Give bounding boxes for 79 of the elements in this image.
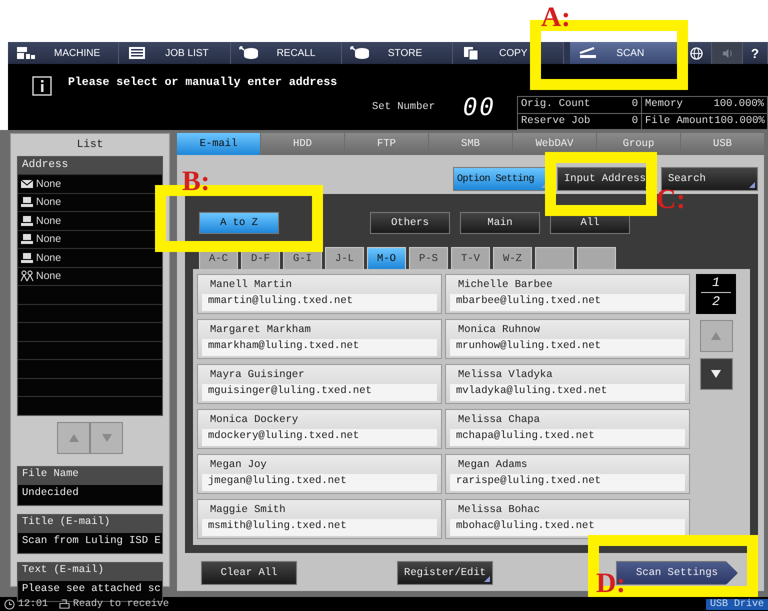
copy-icon [461,46,482,60]
counter-value: 100.000% [714,114,765,128]
index-mode-button[interactable]: Main [460,212,540,234]
menu-tab[interactable]: MACHINE [8,42,120,64]
clear-button[interactable]: Clear All [201,561,297,585]
address-value: None [36,252,62,264]
server-icon [20,233,34,246]
counter-value: 0 [632,114,638,128]
list-icon [127,46,148,60]
device-status: USB Drive [706,598,768,610]
server-icon [20,214,34,227]
address-entry[interactable]: Monica Ruhnow mrunhow@luling.txed.net [445,319,690,359]
address-entry[interactable]: Monica Dockery mdockery@luling.txed.net [197,409,442,449]
time-text: 12:01 [18,598,48,610]
menu-tab[interactable]: JOB LIST [119,42,231,64]
address-entry[interactable]: Mayra Guisinger mguisinger@luling.txed.net [197,364,442,404]
letter-tab[interactable] [535,247,574,269]
menu-tab[interactable]: RECALL [230,42,342,64]
letter-tab[interactable]: J-L [325,247,364,269]
people-icon [20,270,34,282]
address-entry[interactable]: Margaret Markham mmarkham@luling.txed.net [197,319,442,359]
counter-label: Orig. Count [521,98,590,112]
info-value: Please see attached sc [21,582,162,596]
address-entry[interactable]: Megan Adams rarispe@luling.txed.net [445,454,690,494]
page-indicator: 1 2 [696,274,736,314]
status-text: Ready to receive [73,598,170,610]
server-icon [20,252,34,264]
counter-value: 100.000% [714,98,764,112]
set-number-label: Set Number [372,101,436,113]
envelope-icon [20,178,34,190]
set-number-display: 00 [463,93,496,121]
page-down-button[interactable] [700,358,732,390]
address-entry[interactable]: Michelle Barbee mbarbee@luling.txed.net [445,274,690,314]
address-value: None [36,214,62,227]
info-label: File Name [18,466,162,484]
menu-tab[interactable]: STORE [342,42,454,64]
menu-tab[interactable]: COPY [453,42,564,64]
info-value: Scan from Luling ISD E [21,534,162,548]
info-value: Undecided [21,486,80,500]
machine-icon [16,46,36,60]
index-mode-button[interactable]: Others [370,212,450,234]
counter-label: Reserve Job [521,114,590,128]
disk-arrow-icon [350,46,370,60]
server-icon [20,196,34,208]
letter-tab[interactable]: W-Z [493,247,532,269]
disk-arrow-icon [238,46,259,60]
address-value: None [36,233,62,246]
letter-tab[interactable]: T-V [451,247,490,269]
address-value: None [36,270,62,282]
letter-tab[interactable]: P-S [409,247,448,269]
printer-icon [59,598,70,610]
index-mode-button[interactable]: A to Z [199,212,279,234]
info-icon [32,76,52,96]
scanner-icon [578,46,598,60]
address-value: None [36,178,62,190]
info-label: Title (E-mail) [18,514,162,532]
destination-tab[interactable]: E-mail [177,133,260,155]
address-entry[interactable]: Melissa Bohac mbohac@luling.txed.net [445,499,690,539]
panel-title: List [76,138,104,153]
letter-tab[interactable] [577,247,616,269]
info-label: Text (E-mail) [18,562,162,580]
address-value: None [36,196,62,208]
clock-icon [4,598,15,610]
menu-tab[interactable]: ? [743,42,768,64]
message-text: Please select or manually enter address [68,76,338,89]
address-entry[interactable]: Manell Martin mmartin@luling.txed.net [197,274,442,314]
counter-label: File Amount [645,114,714,128]
counter-value: 0 [632,98,638,112]
register-button[interactable]: Register/Edit [397,561,493,585]
letter-tab[interactable]: M-O [367,247,406,269]
address-entry[interactable]: Megan Joy jmegan@luling.txed.net [197,454,442,494]
speaker-icon [720,46,734,60]
address-entry[interactable]: Melissa Chapa mchapa@luling.txed.net [445,409,690,449]
counter-label: Memory [645,98,683,112]
list-header: Address [18,157,162,174]
action-button[interactable]: Search [661,167,758,191]
address-entry[interactable]: Maggie Smith msmith@luling.txed.net [197,499,442,539]
globe-icon [690,46,704,60]
address-entry[interactable]: Melissa Vladyka mvladyka@luling.txed.net [445,364,690,404]
